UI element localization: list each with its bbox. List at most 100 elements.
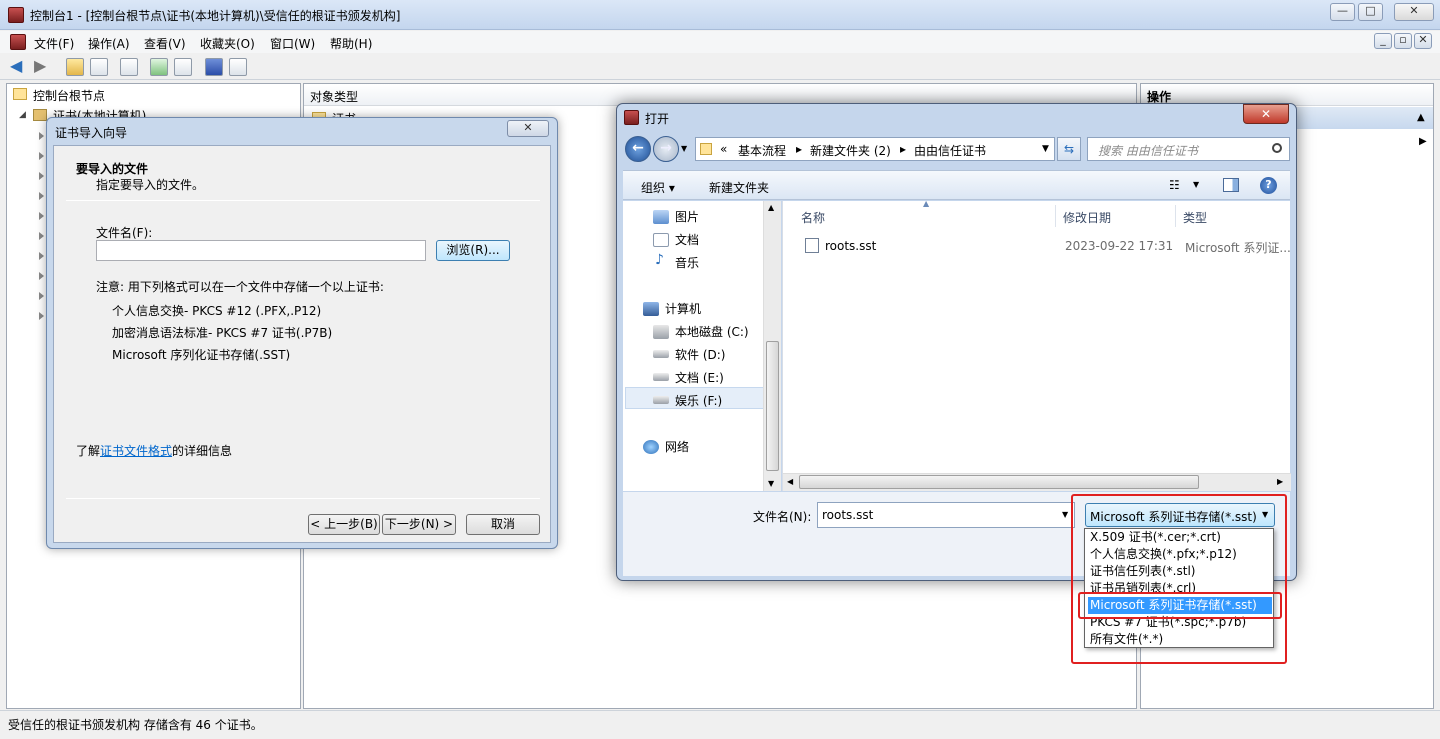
folder-icon <box>13 88 27 100</box>
tree-expand-arrow[interactable] <box>39 252 44 260</box>
clipboard-icon[interactable] <box>120 58 138 76</box>
wizard-close-button[interactable]: ✕ <box>507 120 549 137</box>
scroll-right-icon[interactable]: ▶ <box>1277 477 1283 486</box>
tree-expand-icon[interactable]: ◢ <box>19 110 26 120</box>
breadcrumb-item[interactable]: 新建文件夹 (2) <box>810 142 891 159</box>
tree-expand-arrow[interactable] <box>39 212 44 220</box>
maximize-button[interactable]: □ <box>1358 3 1383 21</box>
preview-pane-icon[interactable] <box>1223 178 1239 192</box>
browse-button[interactable]: 浏览(R)... <box>436 240 510 261</box>
nav-computer[interactable]: 计算机 <box>665 300 701 317</box>
up-folder-icon[interactable] <box>66 58 84 76</box>
organize-button[interactable]: 组织 ▾ <box>641 179 675 196</box>
action-pane-icon[interactable] <box>229 58 247 76</box>
tree-expand-arrow[interactable] <box>39 132 44 140</box>
view-dropdown-icon[interactable]: ▼ <box>1193 180 1199 189</box>
back-arrow-icon[interactable]: ◀ <box>10 58 28 76</box>
column-type[interactable]: 类型 <box>1183 209 1207 226</box>
filetype-option[interactable]: 个人信息交换(*.pfx;*.p12) <box>1088 546 1272 563</box>
help-icon[interactable]: ? <box>1260 177 1277 194</box>
recent-locations-icon[interactable]: ▼ <box>681 144 687 153</box>
certificate-import-wizard: 证书导入向导 ✕ 要导入的文件 指定要导入的文件。 文件名(F): 浏览(R).… <box>46 117 558 549</box>
forward-arrow-icon[interactable]: ▶ <box>34 58 52 76</box>
mdi-close-button[interactable]: ✕ <box>1414 33 1432 49</box>
show-hide-tree-icon[interactable] <box>90 58 108 76</box>
horizontal-scrollbar[interactable]: ◀ ▶ <box>783 473 1291 491</box>
filetype-option[interactable]: 所有文件(*.*) <box>1088 631 1272 648</box>
breadcrumb-item[interactable]: 基本流程 <box>738 142 786 159</box>
filename-input[interactable]: roots.sst ▼ <box>817 502 1075 528</box>
window-title: 控制台1 - [控制台根节点\证书(本地计算机)\受信任的根证书颁发机构] <box>30 9 401 23</box>
nav-back-icon[interactable]: ← <box>625 136 651 162</box>
breadcrumb-overflow[interactable]: « <box>720 142 727 156</box>
scroll-left-icon[interactable]: ◀ <box>787 477 793 486</box>
drive-icon <box>653 373 669 381</box>
nav-network[interactable]: 网络 <box>665 438 689 455</box>
more-actions-arrow-icon[interactable]: ▶ <box>1419 136 1427 147</box>
menu-window[interactable]: 窗口(W) <box>270 35 315 52</box>
scroll-thumb[interactable] <box>799 475 1199 489</box>
column-divider[interactable] <box>1175 205 1176 227</box>
tree-expand-arrow[interactable] <box>39 152 44 160</box>
tree-expand-arrow[interactable] <box>39 272 44 280</box>
open-dialog-title: 打开 <box>645 112 670 126</box>
open-dialog-close-button[interactable]: ✕ <box>1243 104 1289 124</box>
address-bar[interactable]: « 基本流程 ▸ 新建文件夹 (2) ▸ 由由信任证书 ▼ <box>695 137 1055 161</box>
scroll-up-icon[interactable]: ▲ <box>768 203 774 212</box>
tree-expand-arrow[interactable] <box>39 312 44 320</box>
close-button[interactable]: ✕ <box>1394 3 1434 21</box>
certificate-formats-link[interactable]: 证书文件格式 <box>100 444 172 458</box>
column-date[interactable]: 修改日期 <box>1063 209 1111 226</box>
next-button[interactable]: 下一步(N) > <box>382 514 456 535</box>
mdi-minimize-button[interactable]: _ <box>1374 33 1392 49</box>
nav-forward-icon[interactable]: → <box>653 136 679 162</box>
nav-music[interactable]: 音乐 <box>675 254 699 271</box>
tree-expand-arrow[interactable] <box>39 172 44 180</box>
search-input[interactable]: 搜索 由由信任证书 <box>1087 137 1290 161</box>
menu-bar: 文件(F) 操作(A) 查看(V) 收藏夹(O) 窗口(W) 帮助(H) _ ▫… <box>0 31 1440 53</box>
minimize-button[interactable]: — <box>1330 3 1355 21</box>
nav-drive-d[interactable]: 软件 (D:) <box>675 346 725 363</box>
export-list-icon[interactable] <box>174 58 192 76</box>
file-name-input[interactable] <box>96 240 426 261</box>
column-name[interactable]: 名称 <box>801 209 825 226</box>
refresh-icon[interactable] <box>150 58 168 76</box>
music-icon: ♪ <box>655 252 664 268</box>
view-options-icon[interactable]: ☷ <box>1169 178 1180 192</box>
nav-drive-f[interactable]: 娱乐 (F:) <box>675 392 722 409</box>
file-row[interactable]: roots.sst 2023-09-22 17:31 Microsoft 系列证… <box>797 235 1291 257</box>
collapse-up-icon[interactable]: ▲ <box>1417 112 1425 123</box>
menu-action[interactable]: 操作(A) <box>88 35 130 52</box>
filetype-option[interactable]: 证书信任列表(*.stl) <box>1088 563 1272 580</box>
nav-drive-c[interactable]: 本地磁盘 (C:) <box>675 323 749 340</box>
menu-help[interactable]: 帮助(H) <box>330 35 372 52</box>
menu-view[interactable]: 查看(V) <box>144 35 186 52</box>
tree-expand-arrow[interactable] <box>39 192 44 200</box>
breadcrumb-separator-icon[interactable]: ▸ <box>796 142 802 156</box>
nav-drive-e[interactable]: 文档 (E:) <box>675 369 724 386</box>
breadcrumb-item[interactable]: 由由信任证书 <box>914 142 986 159</box>
address-dropdown-icon[interactable]: ▼ <box>1042 144 1049 154</box>
nav-documents[interactable]: 文档 <box>675 231 699 248</box>
nav-pictures[interactable]: 图片 <box>675 208 699 225</box>
menu-favorites[interactable]: 收藏夹(O) <box>200 35 255 52</box>
help-icon[interactable] <box>205 58 223 76</box>
filename-dropdown-icon[interactable]: ▼ <box>1062 510 1068 519</box>
scroll-thumb[interactable] <box>766 341 779 471</box>
refresh-icon[interactable]: ⇆ <box>1057 137 1081 161</box>
scroll-down-icon[interactable]: ▼ <box>768 479 774 488</box>
back-button[interactable]: < 上一步(B) <box>308 514 380 535</box>
learn-more-text: 了解证书文件格式的详细信息 <box>76 444 233 458</box>
cancel-button[interactable]: 取消 <box>466 514 540 535</box>
filetype-option[interactable]: X.509 证书(*.cer;*.crt) <box>1088 529 1272 546</box>
column-divider[interactable] <box>1055 205 1056 227</box>
breadcrumb-separator-icon[interactable]: ▸ <box>900 142 906 156</box>
mdi-restore-button[interactable]: ▫ <box>1394 33 1412 49</box>
tree-expand-arrow[interactable] <box>39 292 44 300</box>
menu-file[interactable]: 文件(F) <box>34 35 74 52</box>
search-icon[interactable] <box>1272 143 1282 153</box>
tree-root[interactable]: 控制台根节点 <box>33 87 105 104</box>
tree-expand-arrow[interactable] <box>39 232 44 240</box>
nav-scrollbar[interactable]: ▲ ▼ <box>763 201 781 491</box>
new-folder-button[interactable]: 新建文件夹 <box>709 179 769 196</box>
